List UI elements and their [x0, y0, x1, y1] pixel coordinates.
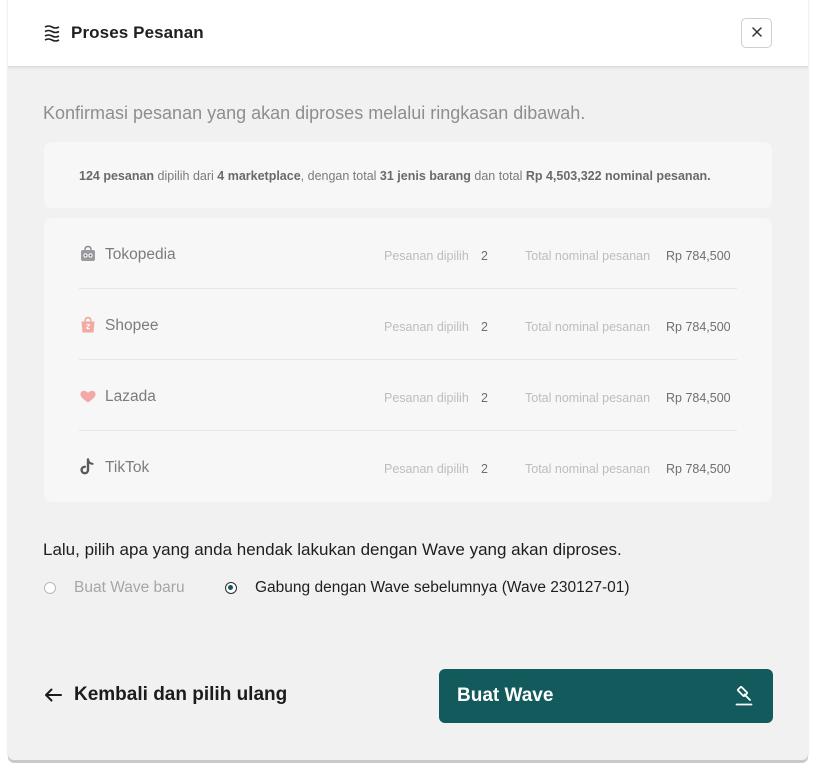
total-amount-label: Total nominal pesanan — [525, 249, 651, 263]
total-amount-value: Rp 784,500 — [666, 320, 731, 334]
orders-selected-label: Pesanan dipilih — [384, 462, 469, 476]
summary-text-part: , dengan total — [300, 169, 380, 183]
orders-selected-count: 2 — [481, 391, 488, 405]
orders-selected-count: 2 — [481, 462, 488, 476]
summary-item-types: 31 jenis barang — [379, 169, 471, 183]
join-previous-wave-label: Gabung dengan Wave sebelumnya (Wave 2301… — [255, 579, 630, 596]
orders-selected-count: 2 — [481, 249, 488, 263]
total-amount-value: Rp 784,500 — [666, 391, 731, 405]
total-amount-label: Total nominal pesanan — [525, 320, 651, 334]
new-wave-radio[interactable]: Buat Wave baru — [44, 579, 185, 597]
join-previous-wave-radio[interactable]: Gabung dengan Wave sebelumnya (Wave 2301… — [225, 579, 630, 597]
arrow-left-icon — [44, 688, 62, 702]
process-orders-modal: Proses Pesanan Konfirmasi pesanan yang a… — [8, 0, 808, 760]
total-amount-value: Rp 784,500 — [666, 249, 731, 263]
gavel-icon — [735, 686, 753, 706]
total-amount-value: Rp 784,500 — [666, 462, 731, 476]
total-amount-label: Total nominal pesanan — [525, 391, 651, 405]
close-icon — [751, 24, 762, 42]
marketplace-name: Tokopedia — [105, 246, 176, 263]
summary-box: 124 pesanan dipilih dari 4 marketplace, … — [44, 142, 772, 208]
modal-header: Proses Pesanan — [8, 0, 808, 67]
back-button-label: Kembali dan pilih ulang — [74, 684, 288, 705]
create-wave-label: Buat Wave — [457, 685, 554, 706]
summary-text-part: dipilih dari — [154, 169, 218, 183]
summary-amount: Rp 4,503,322 nominal pesanan. — [525, 169, 711, 183]
tiktok-icon — [79, 458, 97, 476]
orders-selected-label: Pesanan dipilih — [384, 249, 469, 263]
wave-question: Lalu, pilih apa yang anda hendak lakukan… — [43, 540, 622, 559]
modal-title: Proses Pesanan — [71, 23, 204, 42]
new-wave-label: Buat Wave baru — [74, 579, 185, 596]
marketplace-name: TikTok — [105, 459, 150, 476]
shopee-icon — [79, 316, 97, 334]
orders-selected-label: Pesanan dipilih — [384, 320, 469, 334]
intro-text: Konfirmasi pesanan yang akan diproses me… — [43, 103, 586, 123]
lazada-icon — [79, 387, 97, 405]
marketplace-row-tiktok: TikTok Pesanan dipilih 2 Total nominal p… — [79, 431, 737, 502]
marketplace-row-shopee: Shopee Pesanan dipilih 2 Total nominal p… — [79, 289, 737, 360]
marketplace-name: Lazada — [105, 388, 156, 405]
marketplace-name: Shopee — [105, 317, 159, 334]
total-amount-label: Total nominal pesanan — [525, 462, 651, 476]
marketplace-list: Tokopedia Pesanan dipilih 2 Total nomina… — [44, 218, 772, 502]
back-button[interactable]: Kembali dan pilih ulang — [44, 684, 287, 706]
radio-checked-icon — [225, 582, 237, 594]
orders-selected-count: 2 — [481, 320, 488, 334]
summary-text: 124 pesanan dipilih dari 4 marketplace, … — [79, 169, 711, 183]
tokopedia-icon — [79, 245, 97, 263]
layers-icon — [44, 24, 60, 42]
marketplace-row-lazada: Lazada Pesanan dipilih 2 Total nominal p… — [79, 360, 737, 431]
summary-text-part: dan total — [470, 169, 526, 183]
summary-marketplaces: 4 marketplace — [217, 169, 301, 183]
summary-orders: 124 pesanan — [79, 169, 155, 183]
close-button[interactable] — [741, 18, 772, 48]
radio-unchecked-icon — [44, 582, 56, 594]
marketplace-row-tokopedia: Tokopedia Pesanan dipilih 2 Total nomina… — [79, 218, 737, 289]
orders-selected-label: Pesanan dipilih — [384, 391, 469, 405]
create-wave-button[interactable]: Buat Wave — [439, 669, 773, 723]
